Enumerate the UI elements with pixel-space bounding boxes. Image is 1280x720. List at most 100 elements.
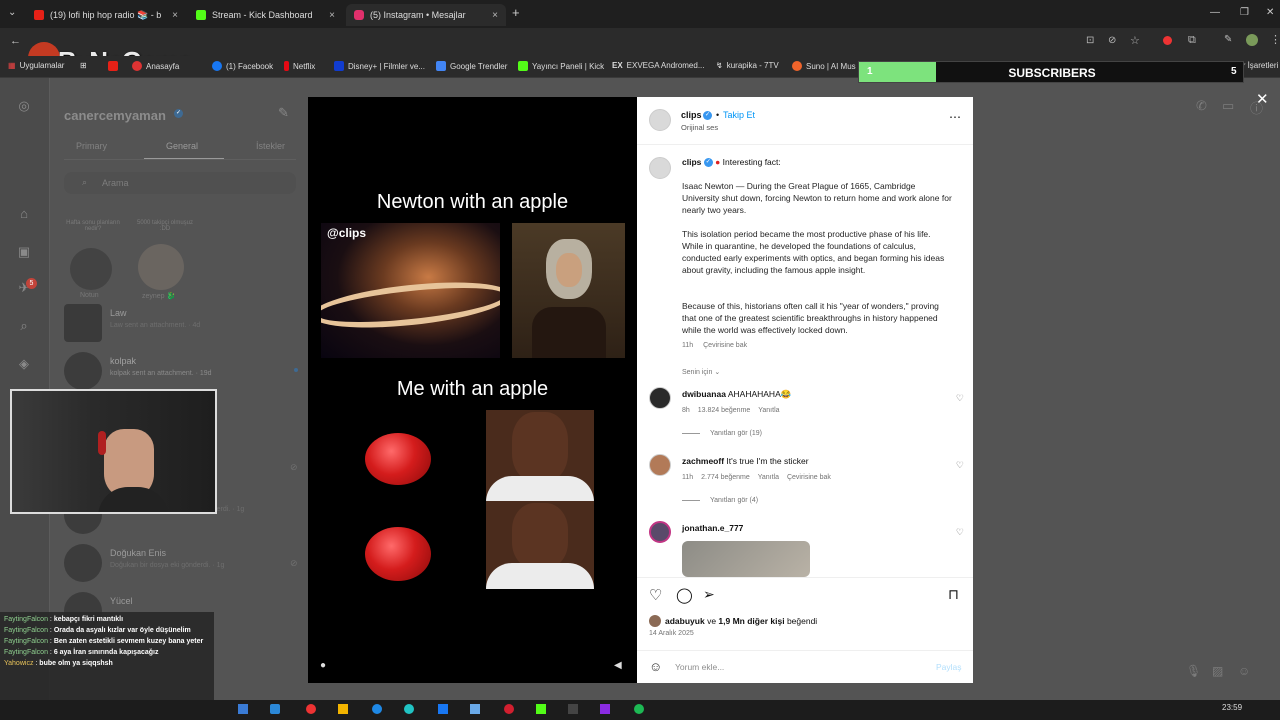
tab-instagram[interactable]: (5) Instagram • Mesajlar × <box>346 4 506 26</box>
search-icon[interactable]: ⌕ <box>16 318 32 334</box>
bookmark-trends[interactable]: Google Trendler <box>436 61 507 71</box>
audio-label[interactable]: Orijinal ses <box>681 123 718 132</box>
comment-likes[interactable]: 2.774 beğenme <box>701 474 750 481</box>
emoji-icon[interactable]: ☺ <box>649 659 662 674</box>
translate-link[interactable]: Çevirisine bak <box>703 342 747 349</box>
back-icon[interactable]: ← <box>10 35 21 47</box>
bookmark-kick[interactable]: Yayıncı Paneli | Kick <box>518 61 604 71</box>
avatar[interactable] <box>649 454 671 476</box>
star-icon[interactable]: ☆ <box>1130 34 1140 47</box>
follow-button[interactable]: Takip Et <box>723 110 755 120</box>
new-tab-button[interactable]: + <box>512 5 520 20</box>
view-replies[interactable]: Yanıtları gör (4) <box>682 497 758 504</box>
taskbar-app-icon[interactable] <box>238 704 248 714</box>
taskbar-app-icon[interactable] <box>404 704 414 714</box>
bookmark-exvega[interactable]: EX EXVEGA Andromed... <box>612 61 705 70</box>
post-comment-button[interactable]: Paylaş <box>936 662 962 672</box>
comment-input[interactable]: Yorum ekle... <box>675 662 724 672</box>
note-zeynep[interactable]: 5000 takipçi olmuşuz :DD zeynep 🐉 <box>136 218 194 300</box>
like-comment-icon[interactable]: ♡ <box>956 393 964 404</box>
avatar[interactable] <box>649 387 671 409</box>
eye-off-icon[interactable]: ⊘ <box>1108 35 1116 46</box>
bookmark-grid[interactable]: ⊞ <box>80 61 87 70</box>
close-icon[interactable]: × <box>329 10 335 21</box>
comment-user[interactable]: jonathan.e_777 <box>682 523 743 533</box>
profile-avatar[interactable] <box>1246 34 1258 46</box>
explore-icon[interactable]: ◈ <box>16 356 32 372</box>
bookmark-7tv[interactable]: ↯ kurapika - 7TV <box>716 61 779 70</box>
video-call-icon[interactable]: ▭ <box>1222 98 1234 114</box>
taskbar-app-icon[interactable] <box>270 704 280 714</box>
avatar[interactable] <box>649 521 671 543</box>
bookmark-suno[interactable]: Suno | AI Mus <box>792 61 856 71</box>
taskbar-app-icon[interactable] <box>568 704 578 714</box>
compose-icon[interactable]: ✎ <box>278 105 289 121</box>
conversation-item[interactable]: kolpak kolpak sent an attachment. · 19d <box>64 352 294 392</box>
tab-primary[interactable]: Primary <box>76 141 107 151</box>
sticker-icon[interactable]: ☺ <box>1238 664 1250 678</box>
extension-icon[interactable] <box>1163 36 1172 45</box>
share-icon[interactable]: ➢ <box>703 586 715 603</box>
comment-likes[interactable]: 13.824 beğenme <box>698 407 751 414</box>
comment-user[interactable]: dwibuanaa <box>682 389 726 399</box>
taskbar-app-icon[interactable] <box>600 704 610 714</box>
profile-icon[interactable]: ● <box>320 660 326 671</box>
comment-image[interactable] <box>682 541 810 577</box>
like-icon[interactable]: ♡ <box>649 586 662 604</box>
taskbar-app-icon[interactable] <box>634 704 644 714</box>
dm-username[interactable]: canercemyaman <box>64 108 166 123</box>
reel-video[interactable]: Newton with an apple @clips Me with an a… <box>308 97 637 683</box>
reply-link[interactable]: Yanıtla <box>758 407 779 414</box>
home-icon[interactable]: ⌂ <box>16 206 32 222</box>
taskbar-app-icon[interactable] <box>306 704 316 714</box>
taskbar-app-icon[interactable] <box>470 704 480 714</box>
bookmark-icon[interactable]: ⊓ <box>948 586 959 603</box>
search-input[interactable]: ⌕ Arama <box>64 172 296 194</box>
close-icon[interactable]: × <box>492 10 498 21</box>
bookmark-apps[interactable]: ▦ Uygulamalar <box>8 61 64 70</box>
instagram-logo-icon[interactable]: ◎ <box>16 98 32 114</box>
bookmark-netflix[interactable]: Netflix <box>284 61 315 71</box>
taskbar-app-icon[interactable] <box>438 704 448 714</box>
tab-general[interactable]: General <box>166 141 198 151</box>
post-author[interactable]: clips <box>681 110 702 120</box>
phone-icon[interactable]: ✆ <box>1196 98 1207 114</box>
microphone-icon[interactable]: 🎙 <box>1186 664 1201 678</box>
modal-close-icon[interactable]: ✕ <box>1256 90 1269 108</box>
caption-author[interactable]: clips <box>682 157 701 167</box>
liked-by-count[interactable]: 1,9 Mn diğer kişi <box>718 616 784 626</box>
reply-link[interactable]: Yanıtla <box>758 474 779 481</box>
mute-toggle-icon[interactable]: ◀ <box>614 660 622 671</box>
bookmark-disney[interactable]: Disney+ | Filmler ve... <box>334 61 425 71</box>
taskbar-app-icon[interactable] <box>372 704 382 714</box>
taskbar-app-icon[interactable] <box>504 704 514 714</box>
taskbar-app-icon[interactable] <box>536 704 546 714</box>
view-replies[interactable]: Yanıtları gör (19) <box>682 430 762 437</box>
tab-requests[interactable]: İstekler <box>256 141 285 151</box>
note-own[interactable]: Hafta sonu planların nedir? Notun <box>64 218 122 299</box>
puzzle-icon[interactable]: ⧉ <box>1188 34 1196 47</box>
bookmark-facebook[interactable]: (1) Facebook <box>212 61 273 71</box>
tab-lofi[interactable]: (19) lofi hip hop radio 📚 - b × <box>26 4 186 26</box>
conversation-item[interactable]: Law Law sent an attachment. · 4d <box>64 304 294 344</box>
menu-icon[interactable]: ⋮ <box>1270 33 1280 46</box>
tab-search-icon[interactable]: ⌄ <box>8 7 16 18</box>
liked-by-user[interactable]: adabuyuk <box>665 616 705 626</box>
bookmark-anasayfa[interactable]: Anasayfa <box>132 61 179 71</box>
more-options-icon[interactable]: ⋯ <box>949 110 961 124</box>
sort-dropdown[interactable]: Senin için ⌄ <box>682 368 720 376</box>
avatar[interactable] <box>649 109 671 131</box>
like-comment-icon[interactable]: ♡ <box>956 527 964 538</box>
comment-user[interactable]: zachmeoff <box>682 456 724 466</box>
like-comment-icon[interactable]: ♡ <box>956 460 964 471</box>
window-close-icon[interactable]: ✕ <box>1266 7 1274 18</box>
tab-kick[interactable]: Stream - Kick Dashboard × <box>188 4 343 26</box>
install-icon[interactable]: ⊡ <box>1086 35 1094 46</box>
conversation-item[interactable]: Doğukan Enis Doğukan bir dosya eki gönde… <box>64 544 294 584</box>
bookmark-youtube[interactable] <box>108 61 118 71</box>
avatar[interactable] <box>649 157 671 179</box>
reels-icon[interactable]: ▣ <box>16 244 32 260</box>
clock[interactable]: 23:59 <box>1222 703 1242 712</box>
comment-icon[interactable]: ◯ <box>676 586 693 604</box>
image-icon[interactable]: ▨ <box>1212 664 1223 678</box>
